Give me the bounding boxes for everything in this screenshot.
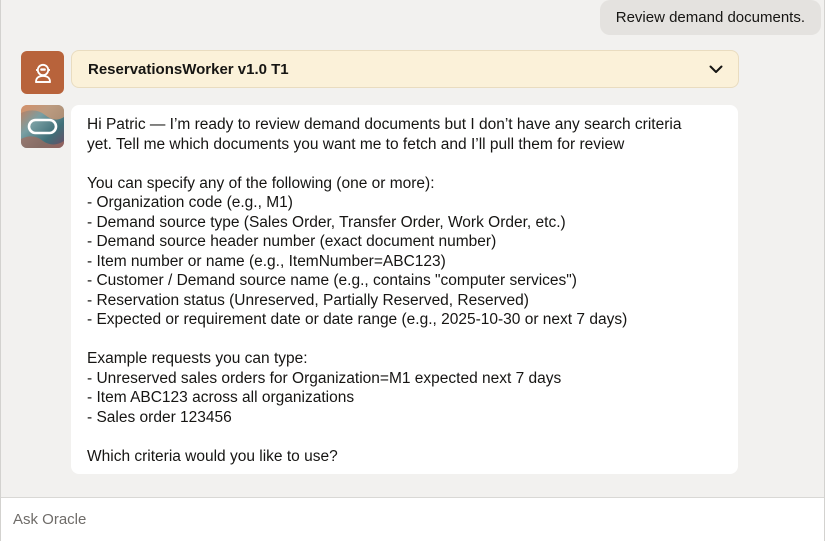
assistant-message-card: Hi Patric — I’m ready to review demand d… bbox=[71, 105, 738, 474]
assistant-message-text: Hi Patric — I’m ready to review demand d… bbox=[87, 116, 682, 465]
oracle-logo-icon bbox=[21, 105, 64, 148]
user-message-bubble: Review demand documents. bbox=[599, 0, 821, 35]
ask-oracle-input[interactable] bbox=[13, 498, 824, 541]
agent-avatar bbox=[21, 51, 64, 94]
chat-input-bar bbox=[1, 497, 824, 541]
robot-person-icon bbox=[34, 63, 51, 83]
chat-window: Review demand documents. ReservationsWor… bbox=[0, 0, 825, 541]
user-message-text: Review demand documents. bbox=[615, 9, 805, 26]
chevron-down-icon[interactable] bbox=[708, 61, 724, 77]
assistant-avatar bbox=[21, 105, 64, 148]
agent-name: ReservationsWorker v1.0 T1 bbox=[88, 60, 289, 78]
agent-selector[interactable]: ReservationsWorker v1.0 T1 bbox=[71, 50, 739, 88]
